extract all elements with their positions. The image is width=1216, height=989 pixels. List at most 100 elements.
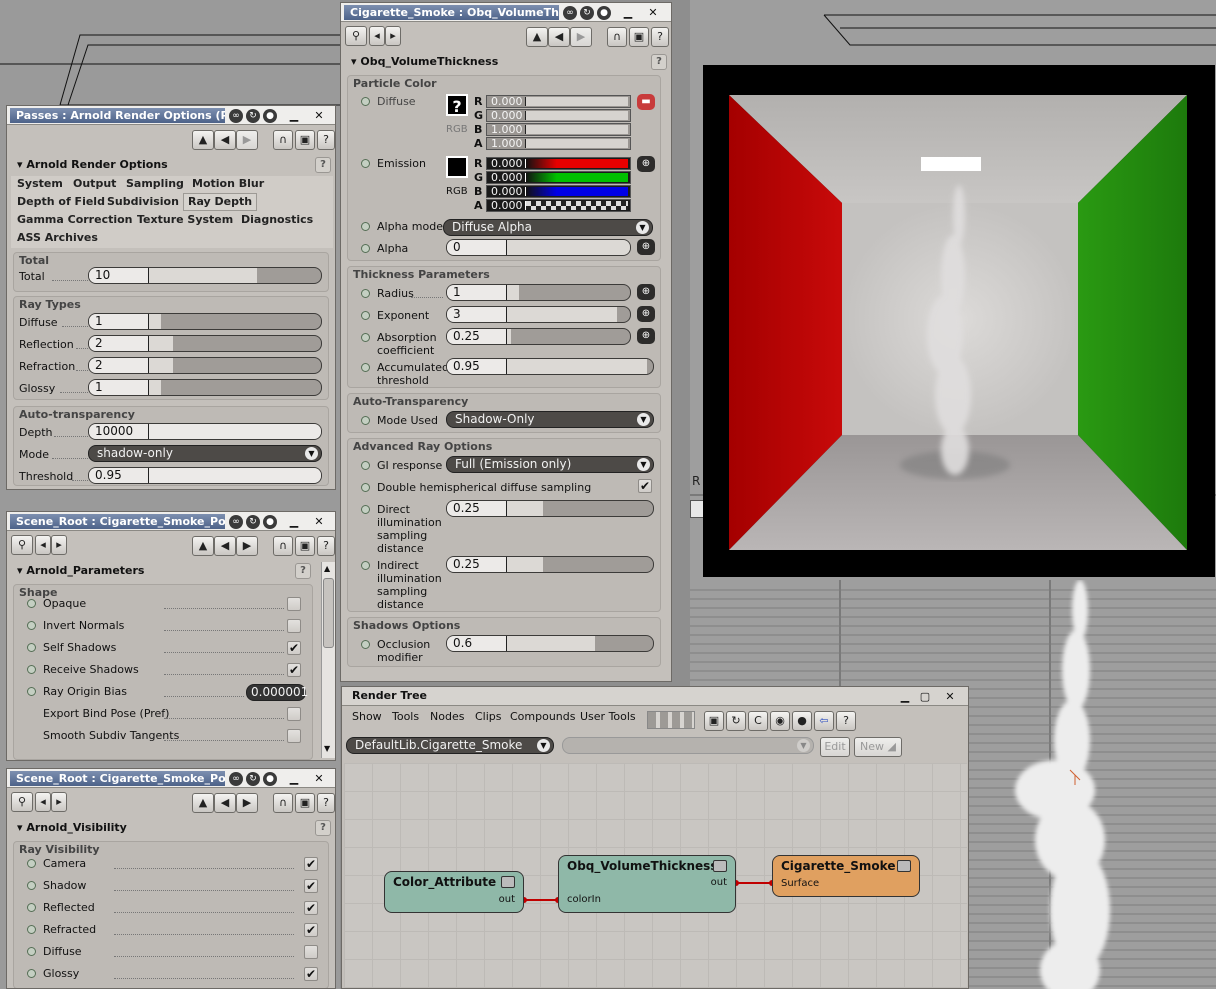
diffuse-channel-slider[interactable]: 1.000 (486, 137, 631, 150)
diffuse-depth-slider[interactable]: 1 (88, 313, 322, 330)
gi-response-dropdown[interactable]: Full (Emission only) ▼ (446, 456, 654, 473)
alpha-connection-icon[interactable]: ⊕ (637, 239, 655, 255)
node-graph-canvas[interactable]: Color_Attribute out Obq_VolumeThickness … (344, 763, 967, 988)
compound-button[interactable]: C (748, 711, 768, 731)
accumulated-threshold-slider[interactable]: 0.95 (446, 358, 654, 375)
scene2-titlebar[interactable]: Scene_Root : Cigarette_Smoke_Po... ∞ ↻ ●… (7, 769, 335, 788)
material-dropdown[interactable]: ▼ (562, 737, 814, 754)
forward-button[interactable]: ▸ (51, 535, 67, 555)
mode-dropdown[interactable]: shadow-only ▼ (88, 445, 322, 462)
back-button[interactable]: ◂ (369, 26, 385, 46)
magnet-button[interactable]: ∩ (273, 793, 293, 813)
emission-swatch[interactable] (446, 156, 468, 178)
help-button[interactable]: ? (317, 536, 335, 556)
refresh-icon[interactable]: ↻ (246, 772, 260, 786)
magnet-button[interactable]: ∩ (273, 536, 293, 556)
help-button[interactable]: ? (317, 793, 335, 813)
minimize-button[interactable]: ▁ (287, 515, 301, 528)
emission-led[interactable] (361, 159, 370, 168)
gi-response-led[interactable] (361, 461, 370, 470)
absorption-connection-icon[interactable]: ⊕ (637, 328, 655, 344)
absorption-led[interactable] (361, 333, 370, 342)
param-checkbox[interactable] (287, 729, 301, 743)
emission-connection-icon[interactable]: ⊕ (637, 156, 655, 172)
close-button[interactable]: ✕ (312, 772, 326, 785)
lock-icon[interactable]: ● (263, 109, 277, 123)
param-checkbox[interactable] (287, 707, 301, 721)
visibility-checkbox[interactable]: ✔ (304, 879, 318, 893)
visibility-checkbox[interactable]: ✔ (304, 901, 318, 915)
scroll-down-icon[interactable]: ▼ (324, 744, 330, 753)
copy-button[interactable]: ▣ (295, 793, 315, 813)
edit-button[interactable]: Edit (820, 737, 850, 757)
passes-section-header[interactable]: ▾ Arnold Render Options ? (11, 156, 331, 174)
new-button[interactable]: New ◢ (854, 737, 902, 757)
tab-depth-of-field[interactable]: Depth of Field (17, 194, 105, 210)
diffuse-swatch[interactable]: ? (446, 94, 468, 116)
cigarette-smoke-node[interactable]: Cigarette_Smoke Surface (772, 855, 920, 897)
node-collapse-icon[interactable] (713, 860, 727, 872)
scrollbar[interactable]: ▲ ▼ (321, 562, 335, 758)
radius-led[interactable] (361, 289, 370, 298)
param-led[interactable] (27, 687, 36, 696)
visibility-led[interactable] (27, 925, 36, 934)
volume-thickness-node[interactable]: Obq_VolumeThickness out colorIn (558, 855, 736, 913)
diffuse-channel-slider[interactable]: 0.000 (486, 95, 631, 108)
scene1-titlebar[interactable]: Scene_Root : Cigarette_Smoke_Po... ∞ ↻ ●… (7, 512, 335, 531)
right-arrow-button[interactable]: ▶ (236, 536, 258, 556)
visibility-checkbox[interactable]: ✔ (304, 923, 318, 937)
refresh-icon[interactable]: ↻ (246, 109, 260, 123)
search-button[interactable]: ⚲ (345, 26, 367, 46)
section-help-icon[interactable]: ? (651, 54, 667, 70)
section-help-icon[interactable]: ? (315, 157, 331, 173)
minimize-button[interactable]: ▁ (287, 109, 301, 122)
copy-button[interactable]: ▣ (295, 130, 315, 150)
alpha-mode-led[interactable] (361, 222, 370, 231)
scene1-section-header[interactable]: ▾ Arnold_Parameters ? (11, 562, 311, 580)
link-icon[interactable]: ∞ (563, 6, 577, 20)
magnet-button[interactable]: ∩ (273, 130, 293, 150)
exponent-connection-icon[interactable]: ⊕ (637, 306, 655, 322)
node-collapse-icon[interactable] (501, 876, 515, 888)
sphere-preview-button[interactable]: ● (792, 711, 812, 731)
double-hemispherical-checkbox[interactable]: ✔ (638, 479, 652, 493)
up-arrow-button[interactable]: ▲ (526, 27, 548, 47)
close-button[interactable]: ✕ (943, 690, 957, 703)
forward-button[interactable]: ▸ (385, 26, 401, 46)
link-icon[interactable]: ∞ (229, 772, 243, 786)
visibility-checkbox[interactable] (304, 945, 318, 959)
visibility-checkbox[interactable]: ✔ (304, 857, 318, 871)
maximize-button[interactable]: ▢ (918, 690, 932, 703)
left-arrow-button[interactable]: ◀ (548, 27, 570, 47)
diffuse-led[interactable] (361, 97, 370, 106)
up-arrow-button[interactable]: ▲ (192, 536, 214, 556)
search-button[interactable]: ⚲ (11, 535, 33, 555)
node-port-out[interactable]: out (499, 894, 515, 905)
lock-icon[interactable]: ● (263, 515, 277, 529)
back-arrow-button[interactable]: ⇦ (814, 711, 834, 731)
minimize-button[interactable]: ▁ (898, 690, 912, 703)
tab-sampling[interactable]: Sampling (126, 176, 184, 192)
scroll-thumb[interactable] (323, 578, 334, 648)
shader-section-header[interactable]: ▾ Obq_VolumeThickness ? (345, 53, 667, 71)
occlusion-led[interactable] (361, 640, 370, 649)
diffuse-connection-icon[interactable]: ▬ (637, 94, 655, 110)
direct-distance-slider[interactable]: 0.25 (446, 500, 654, 517)
tab-ass-archives[interactable]: ASS Archives (17, 230, 98, 246)
link-icon[interactable]: ∞ (229, 515, 243, 529)
param-checkbox[interactable]: ✔ (287, 663, 301, 677)
menu-tools[interactable]: Tools (392, 710, 419, 723)
up-arrow-button[interactable]: ▲ (192, 793, 214, 813)
magnet-button[interactable]: ∩ (607, 27, 627, 47)
right-arrow-button[interactable]: ▶ (236, 130, 258, 150)
lock-button[interactable]: ▣ (704, 711, 724, 731)
accumulated-threshold-led[interactable] (361, 363, 370, 372)
mode-used-led[interactable] (361, 416, 370, 425)
alpha-slider[interactable]: 0 (446, 239, 631, 256)
emission-channel-slider[interactable]: 0.000 (486, 185, 631, 198)
render-button[interactable]: ◉ (770, 711, 790, 731)
radius-connection-icon[interactable]: ⊕ (637, 284, 655, 300)
section-help-icon[interactable]: ? (295, 563, 311, 579)
color-attribute-node[interactable]: Color_Attribute out (384, 871, 524, 913)
right-arrow-button[interactable]: ▶ (570, 27, 592, 47)
